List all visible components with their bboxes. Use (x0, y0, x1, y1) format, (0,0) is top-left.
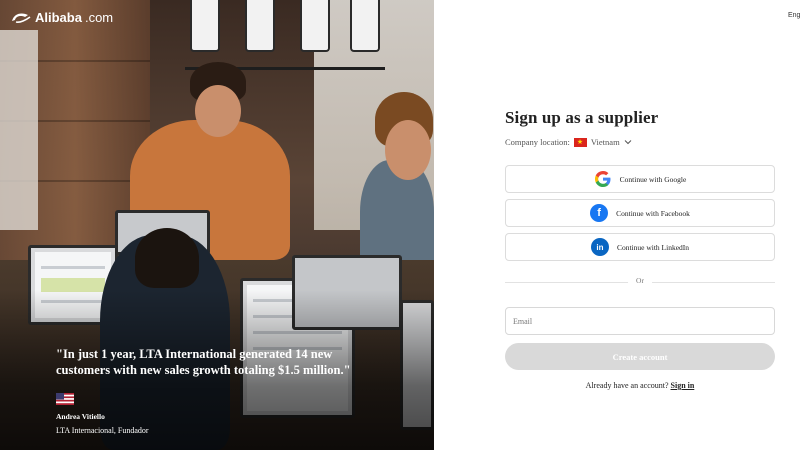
page-title: Sign up as a supplier (505, 108, 659, 127)
lamp-bulb (350, 0, 380, 52)
facebook-icon: f (590, 204, 609, 222)
facebook-button-label: Continue with Facebook (616, 208, 690, 218)
hero-image-panel: Alibaba .com "In just 1 year, LTA Interna… (0, 0, 434, 450)
lamp-bulb (300, 0, 330, 52)
google-icon (593, 170, 612, 188)
vietnam-flag-icon (573, 137, 587, 147)
continue-with-facebook-button[interactable]: f Continue with Facebook (505, 199, 775, 227)
lamp-bulb (245, 0, 275, 52)
alibaba-logo[interactable]: Alibaba .com (10, 10, 113, 25)
google-button-label: Continue with Google (619, 174, 687, 184)
background-window (0, 30, 38, 230)
chevron-down-icon (624, 140, 632, 145)
company-location-selector[interactable]: Company location: Vietnam (505, 137, 775, 147)
ceiling-lamp (185, 0, 385, 70)
logo-suffix: .com (84, 10, 114, 25)
location-label: Company location: (505, 137, 570, 147)
email-field[interactable] (505, 307, 775, 335)
person-head (195, 85, 241, 137)
lamp-bulb (190, 0, 220, 52)
location-value: Vietnam (590, 137, 620, 147)
create-account-button[interactable]: Create account (505, 343, 775, 370)
continue-with-google-button[interactable]: Continue with Google (505, 165, 775, 193)
person-hair (135, 228, 199, 288)
screen-line (41, 266, 105, 269)
or-divider: Or (505, 273, 775, 293)
signin-link[interactable]: Sign in (671, 381, 695, 390)
testimonial-author: Andrea Vitiello (56, 412, 105, 421)
signup-form: Sign up as a supplier Company location: … (505, 108, 775, 390)
logo-text: Alibaba (35, 10, 82, 25)
us-flag-icon (56, 393, 74, 405)
signin-prompt-row: Already have an account? Sign in (505, 381, 775, 390)
alibaba-logo-icon (12, 12, 31, 23)
testimonial-author-title: LTA Internacional, Fundador (56, 426, 149, 435)
language-selector[interactable]: Eng (788, 12, 800, 19)
signin-prompt-text: Already have an account? (585, 381, 669, 390)
person-head (385, 120, 431, 180)
linkedin-icon: in (590, 238, 609, 256)
testimonial-quote: "In just 1 year, LTA International gener… (56, 347, 351, 377)
continue-with-linkedin-button[interactable]: in Continue with LinkedIn (505, 233, 775, 261)
divider-text: Or (628, 276, 652, 285)
linkedin-button-label: Continue with LinkedIn (616, 242, 690, 252)
